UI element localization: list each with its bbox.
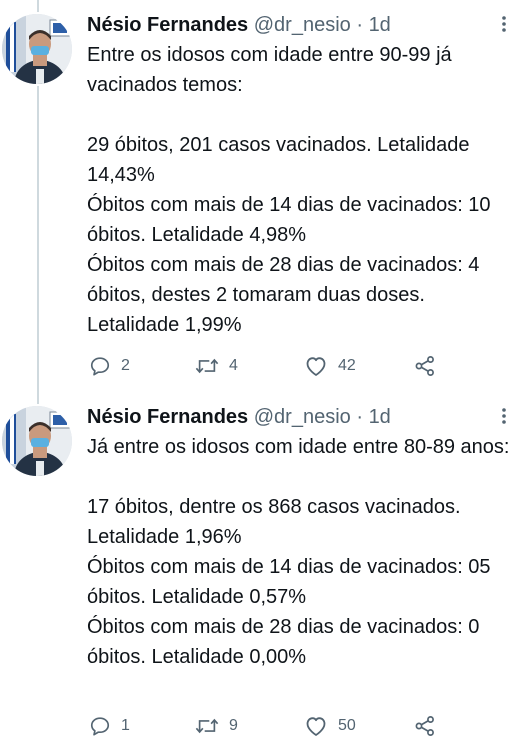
more-vertical-icon[interactable] bbox=[496, 12, 512, 38]
heart-icon bbox=[306, 357, 326, 376]
author-name[interactable]: Nésio Fernandes bbox=[87, 406, 248, 428]
reply-button[interactable]: 1 bbox=[89, 714, 130, 738]
retweet-button[interactable]: 4 bbox=[195, 354, 238, 378]
share-icon bbox=[415, 356, 434, 376]
like-count: 50 bbox=[338, 717, 356, 734]
tweet-actions: 1 9 50 bbox=[87, 714, 447, 738]
tweet-header: Nésio Fernandes @dr_nesio · 1d bbox=[87, 12, 496, 38]
share-button[interactable] bbox=[414, 714, 436, 738]
share-icon bbox=[415, 716, 434, 736]
share-button[interactable] bbox=[414, 354, 436, 378]
tweet-text: Entre os idosos com idade entre 90-99 já… bbox=[87, 44, 491, 336]
retweet-count: 9 bbox=[229, 717, 238, 734]
avatar-photo bbox=[2, 406, 72, 476]
author-name[interactable]: Nésio Fernandes bbox=[87, 14, 248, 36]
reply-button[interactable]: 2 bbox=[89, 354, 130, 378]
author-handle[interactable]: @dr_nesio bbox=[254, 406, 351, 428]
tweet[interactable]: Nésio Fernandes @dr_nesio · 1d Já entre … bbox=[0, 404, 526, 752]
tweet-text: Já entre os idosos com idade entre 80-89… bbox=[87, 436, 510, 668]
separator-dot: · bbox=[356, 14, 363, 36]
thread-line bbox=[37, 0, 39, 12]
avatar[interactable] bbox=[2, 14, 72, 84]
separator-dot: · bbox=[356, 406, 363, 428]
retweet-count: 4 bbox=[229, 357, 238, 374]
reply-count: 1 bbox=[121, 717, 130, 734]
like-button[interactable]: 42 bbox=[304, 354, 356, 378]
reply-icon bbox=[90, 717, 110, 736]
like-count: 42 bbox=[338, 357, 356, 374]
avatar[interactable] bbox=[2, 406, 72, 476]
reply-icon bbox=[90, 357, 110, 376]
tweet-actions: 2 4 42 bbox=[87, 354, 447, 378]
reply-count: 2 bbox=[121, 357, 130, 374]
timestamp[interactable]: 1d bbox=[369, 14, 391, 36]
timestamp[interactable]: 1d bbox=[369, 406, 391, 428]
retweet-icon bbox=[195, 718, 219, 734]
tweet[interactable]: Nésio Fernandes @dr_nesio · 1d Entre os … bbox=[0, 12, 526, 392]
like-button[interactable]: 50 bbox=[304, 714, 356, 738]
retweet-button[interactable]: 9 bbox=[195, 714, 238, 738]
author-handle[interactable]: @dr_nesio bbox=[254, 14, 351, 36]
avatar-photo bbox=[2, 14, 72, 84]
heart-icon bbox=[306, 717, 326, 736]
tweet-header: Nésio Fernandes @dr_nesio · 1d bbox=[87, 404, 496, 430]
more-vertical-icon[interactable] bbox=[496, 404, 512, 430]
retweet-icon bbox=[195, 358, 219, 374]
